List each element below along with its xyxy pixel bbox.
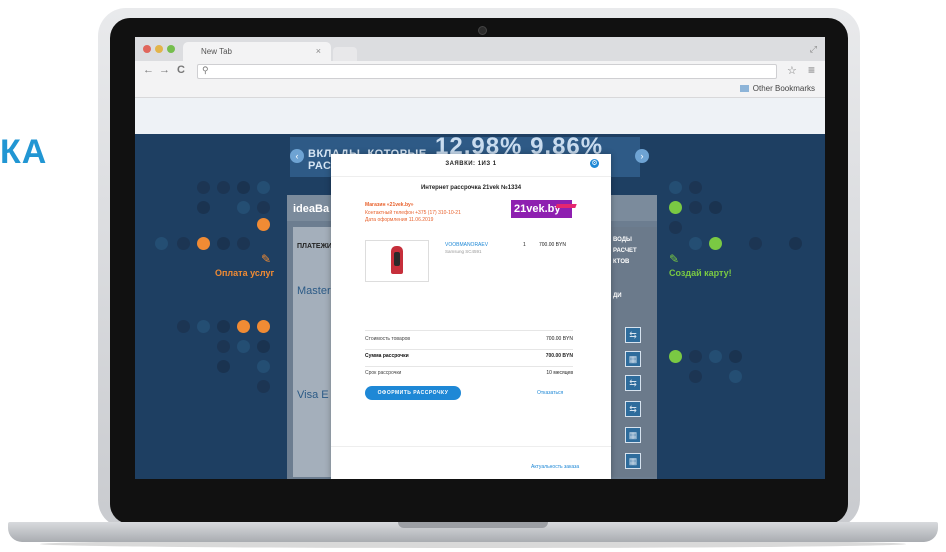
modal-title: ЗАЯВКИ: 1ИЗ 1 xyxy=(445,161,497,167)
footer-link[interactable]: Актуальность заказа xyxy=(531,464,579,470)
card-icon: ✎ xyxy=(669,252,680,266)
right-col-label: КТОВ xyxy=(613,259,630,265)
partner-logo-accent xyxy=(555,204,577,208)
grid-icon[interactable]: ▦ xyxy=(625,427,641,443)
apply-installment-button[interactable]: ОФОРМИТЬ РАССРОЧКУ xyxy=(365,386,461,400)
installment-sum-row: Сумма рассрочки 700.00 BYN xyxy=(365,353,573,359)
settings-icon[interactable]: ⚙ xyxy=(590,159,599,168)
visa-label: Visa E xyxy=(297,389,329,401)
exchange-icon[interactable]: ⇆ xyxy=(625,375,641,391)
banner-prev-icon[interactable]: ‹ xyxy=(290,149,304,163)
left-promo-title[interactable]: Оплата услуг xyxy=(215,268,274,278)
payment-icon: ✎ xyxy=(261,252,272,266)
product-image-detail xyxy=(394,252,400,266)
right-promo-title[interactable]: Создай карту! xyxy=(669,268,732,278)
page-viewport: ✎ Оплата услуг ✎ Создай карту! ‹ ВКЛАДЫ,… xyxy=(135,37,825,479)
modal-footer-divider xyxy=(331,446,611,447)
camera-icon xyxy=(478,26,487,35)
modal-subtitle: Интернет рассрочка 21vek №1334 xyxy=(420,185,522,191)
exchange-icon[interactable]: ⇆ xyxy=(625,401,641,417)
product-name[interactable]: VOOBMANORAEV xyxy=(445,242,488,248)
partner-logo: 21vek.by xyxy=(511,200,572,218)
payments-label: ПЛАТЕЖИ xyxy=(297,243,332,250)
site-logo[interactable]: ideaBa xyxy=(293,203,329,215)
total-cost-row: Стоимость товаров 700.00 BYN xyxy=(365,336,573,342)
grid-icon[interactable]: ▦ xyxy=(625,453,641,469)
shop-name: Магазин «21vek.by» xyxy=(365,202,414,208)
divider xyxy=(365,366,573,367)
divider xyxy=(365,330,573,331)
side-brand-text: КА xyxy=(0,133,48,171)
divider xyxy=(365,349,573,350)
right-col-label: ВОДЫ xyxy=(613,237,632,243)
product-price: 700.00 BYN xyxy=(539,242,566,248)
installment-term-row: Срок рассрочки 10 месяцев xyxy=(365,370,573,376)
right-col-label: РАСЧЕТ xyxy=(613,248,637,254)
right-col-label: ДИ xyxy=(613,293,622,299)
exchange-icon[interactable]: ⇆ xyxy=(625,327,641,343)
product-code: Samsung SC4591 xyxy=(445,249,482,254)
modal-header: ЗАЯВКИ: 1ИЗ 1 ⚙ xyxy=(331,154,611,177)
installment-modal: ЗАЯВКИ: 1ИЗ 1 ⚙ Интернет рассрочка 21vek… xyxy=(331,154,611,479)
left-column xyxy=(293,227,335,477)
grid-icon[interactable]: ▦ xyxy=(625,351,641,367)
order-date: Дата оформления 11.06.2019 xyxy=(365,217,434,223)
master-label: Master xyxy=(297,285,331,297)
cancel-link[interactable]: Отказаться xyxy=(537,390,563,396)
laptop-notch xyxy=(398,522,548,528)
shop-phone: Контактный телефон +375 (17) 310-10-21 xyxy=(365,210,461,216)
banner-next-icon[interactable]: › xyxy=(635,149,649,163)
product-qty: 1 xyxy=(523,242,526,248)
